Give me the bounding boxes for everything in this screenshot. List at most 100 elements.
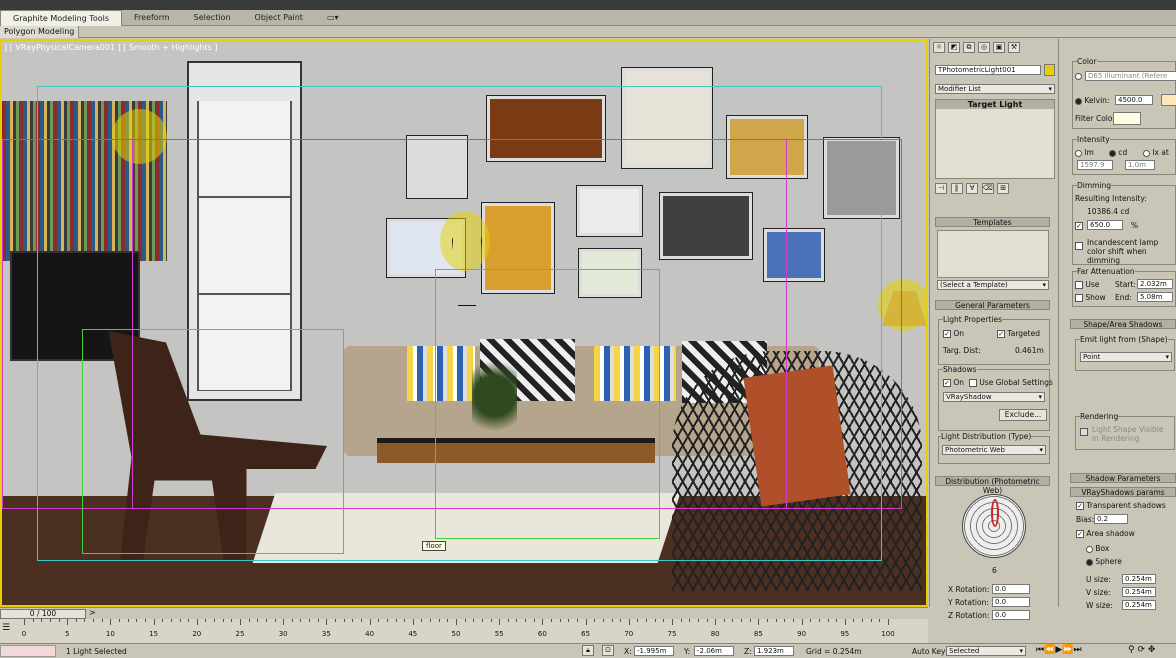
area-shadow-checkbox[interactable]: ✓ Area shadow (1076, 529, 1135, 538)
auto-key-button[interactable]: Auto Key (912, 647, 945, 656)
filter-color-swatch[interactable] (1113, 112, 1141, 125)
incandescent-checkbox[interactable] (1075, 241, 1083, 250)
trackbar-minor-tick (637, 619, 639, 622)
display-tab-icon[interactable]: ▣ (993, 42, 1005, 53)
far-end-field[interactable]: 5.08m (1137, 292, 1173, 302)
preset-radio[interactable] (1075, 72, 1082, 81)
modify-tab-icon[interactable]: ◩ (948, 42, 960, 53)
camera-viewport[interactable]: ] [ VRayPhysicalCamera001 ] [ Smooth + H… (0, 39, 928, 607)
light-on-checkbox[interactable]: ✓ On (943, 329, 964, 338)
distribution-rollout[interactable]: Distribution (Photometric Web) (935, 476, 1050, 495)
go-to-end-icon[interactable]: ⏭ (1073, 645, 1081, 655)
next-key-icon[interactable]: ⏩ (1062, 645, 1073, 655)
create-tab-icon[interactable]: ☼ (933, 42, 945, 53)
object-color-swatch[interactable] (1044, 64, 1055, 76)
use-global-checkbox[interactable]: Use Global Settings (969, 378, 1053, 387)
targeted-checkbox[interactable]: ✓ Targeted (997, 329, 1040, 338)
utilities-tab-icon[interactable]: ⚒ (1008, 42, 1020, 53)
kelvin-field[interactable]: 4500.0 (1115, 95, 1153, 105)
tab-polygon-modeling[interactable]: Polygon Modeling (0, 26, 80, 38)
modifier-list-dropdown[interactable]: Modifier List ▾ (935, 84, 1055, 94)
light-properties-label: Light Properties (943, 315, 1003, 324)
x-coord-field[interactable]: -1.995m (634, 646, 674, 656)
z-rotation-field[interactable]: 0.0 (992, 610, 1030, 620)
x-rotation-field[interactable]: 0.0 (992, 584, 1030, 594)
u-size-field[interactable]: 0.254m (1122, 574, 1156, 584)
emit-shape-dropdown[interactable]: Point ▾ (1080, 352, 1172, 362)
bias-field[interactable]: 0.2 (1094, 514, 1128, 524)
color-preset-dropdown[interactable]: D65 Illuminant (Refere (1085, 71, 1176, 81)
next-frame-icon[interactable]: > (89, 608, 96, 617)
lm-radio[interactable]: lm (1075, 148, 1094, 157)
zoom-icon[interactable]: ⚲ (1128, 645, 1135, 655)
time-slider-thumb[interactable]: 0 / 100 (0, 609, 86, 619)
lock-selection-icon[interactable]: 🔒︎ (582, 645, 595, 656)
key-filter-dropdown[interactable]: Selected ▾ (946, 646, 1026, 656)
trackbar-tick-label: 0 (21, 630, 27, 638)
prev-frame-icon[interactable]: ⏪ (1044, 645, 1055, 655)
shape-area-shadows-rollout[interactable]: Shape/Area Shadows (1070, 319, 1176, 329)
grid-size: Grid = 0.254m (806, 647, 862, 656)
pan-icon[interactable]: ✥ (1148, 645, 1156, 655)
intensity-distance-field[interactable]: 1.0m (1125, 160, 1155, 170)
trackbar-minor-tick (784, 619, 786, 622)
trackbar-minor-tick (343, 619, 345, 622)
remove-modifier-icon[interactable]: ⌫ (981, 183, 994, 194)
far-show-checkbox[interactable]: Show (1075, 293, 1106, 302)
far-use-checkbox[interactable]: Use (1075, 280, 1099, 289)
dimming-checkbox[interactable]: ✓ (1075, 221, 1083, 230)
vrayshadows-params-rollout[interactable]: VRayShadows params (1070, 487, 1176, 497)
stack-item-target-light[interactable]: Target Light (936, 100, 1054, 109)
hierarchy-tab-icon[interactable]: ⧉ (963, 42, 975, 53)
z-coord-field[interactable]: 1.923m (754, 646, 794, 656)
far-start-field[interactable]: 2.032m (1137, 279, 1173, 289)
orbit-icon[interactable]: ⟳ (1137, 645, 1145, 655)
configure-sets-icon[interactable]: ⊞ (997, 183, 1010, 194)
motion-tab-icon[interactable]: ◎ (978, 42, 990, 53)
shadow-type-dropdown[interactable]: VRayShadow ▾ (943, 392, 1045, 402)
tab-freeform[interactable]: Freeform (122, 10, 182, 26)
shadow-parameters-rollout[interactable]: Shadow Parameters (1070, 473, 1176, 483)
shadow-type-label: VRayShadow (946, 393, 992, 401)
object-name-field[interactable]: TPhotometricLight001 (935, 65, 1041, 75)
light-shape-visible-label: Light Shape Visible in Rendering (1092, 425, 1164, 443)
kelvin-radio[interactable]: Kelvin: (1075, 96, 1109, 105)
kelvin-color-swatch[interactable] (1161, 94, 1176, 106)
transparent-shadows-label: Transparent shadows (1086, 501, 1166, 510)
go-to-start-icon[interactable]: ⏮ (1036, 645, 1044, 655)
show-end-result-icon[interactable]: ‖ (950, 183, 963, 194)
make-unique-icon[interactable]: ∀ (966, 183, 979, 194)
sphere-radio[interactable]: Sphere (1086, 557, 1122, 566)
light-shape-visible-checkbox[interactable] (1080, 427, 1088, 436)
maxscript-listener[interactable] (0, 645, 56, 657)
y-coord-field[interactable]: -2.06m (694, 646, 734, 656)
tab-selection[interactable]: Selection (182, 10, 243, 26)
trackbar-minor-tick (231, 619, 233, 622)
y-rotation-field[interactable]: 0.0 (992, 597, 1030, 607)
w-size-field[interactable]: 0.254m (1122, 600, 1156, 610)
transparent-shadows-checkbox[interactable]: ✓ Transparent shadows (1076, 501, 1166, 510)
ribbon-options-icon[interactable]: ▭▾ (315, 10, 351, 26)
v-size-field[interactable]: 0.254m (1122, 587, 1156, 597)
trackbar-menu-icon[interactable]: ☰ (2, 623, 10, 633)
light-distribution-group: Light Distribution (Type) Photometric We… (938, 432, 1050, 464)
time-slider[interactable]: 0 / 100 > (0, 607, 928, 619)
exclude-button[interactable]: Exclude... (999, 409, 1047, 421)
track-bar[interactable]: ☰ 0 5 10 15 20 25 30 35 40 45 50 55 60 65 70 75 80 85 90 95… (0, 619, 928, 643)
absolute-mode-icon[interactable]: ⊡ (602, 645, 615, 656)
pin-stack-icon[interactable]: ⊣ (935, 183, 947, 194)
general-parameters-rollout[interactable]: General Parameters (935, 300, 1050, 310)
cd-radio[interactable]: cd (1109, 148, 1127, 157)
templates-rollout[interactable]: Templates (935, 217, 1050, 227)
template-dropdown[interactable]: (Select a Template) ▾ (937, 280, 1049, 290)
intensity-value-field[interactable]: 1597.9 (1077, 160, 1113, 170)
shadow-on-checkbox[interactable]: ✓ On (943, 378, 964, 387)
tab-object-paint[interactable]: Object Paint (243, 10, 315, 26)
box-radio[interactable]: Box (1086, 544, 1109, 553)
lx-radio[interactable]: lx at (1143, 148, 1169, 157)
tab-graphite-modeling-tools[interactable]: Graphite Modeling Tools (0, 9, 123, 26)
viewport-label[interactable]: ] [ VRayPhysicalCamera001 ] [ Smooth + H… (4, 43, 218, 52)
distribution-type-dropdown[interactable]: Photometric Web ▾ (942, 445, 1046, 455)
dimming-percent-field[interactable]: 650.0 (1087, 220, 1123, 230)
trackbar-tick-label: 50 (451, 630, 461, 638)
